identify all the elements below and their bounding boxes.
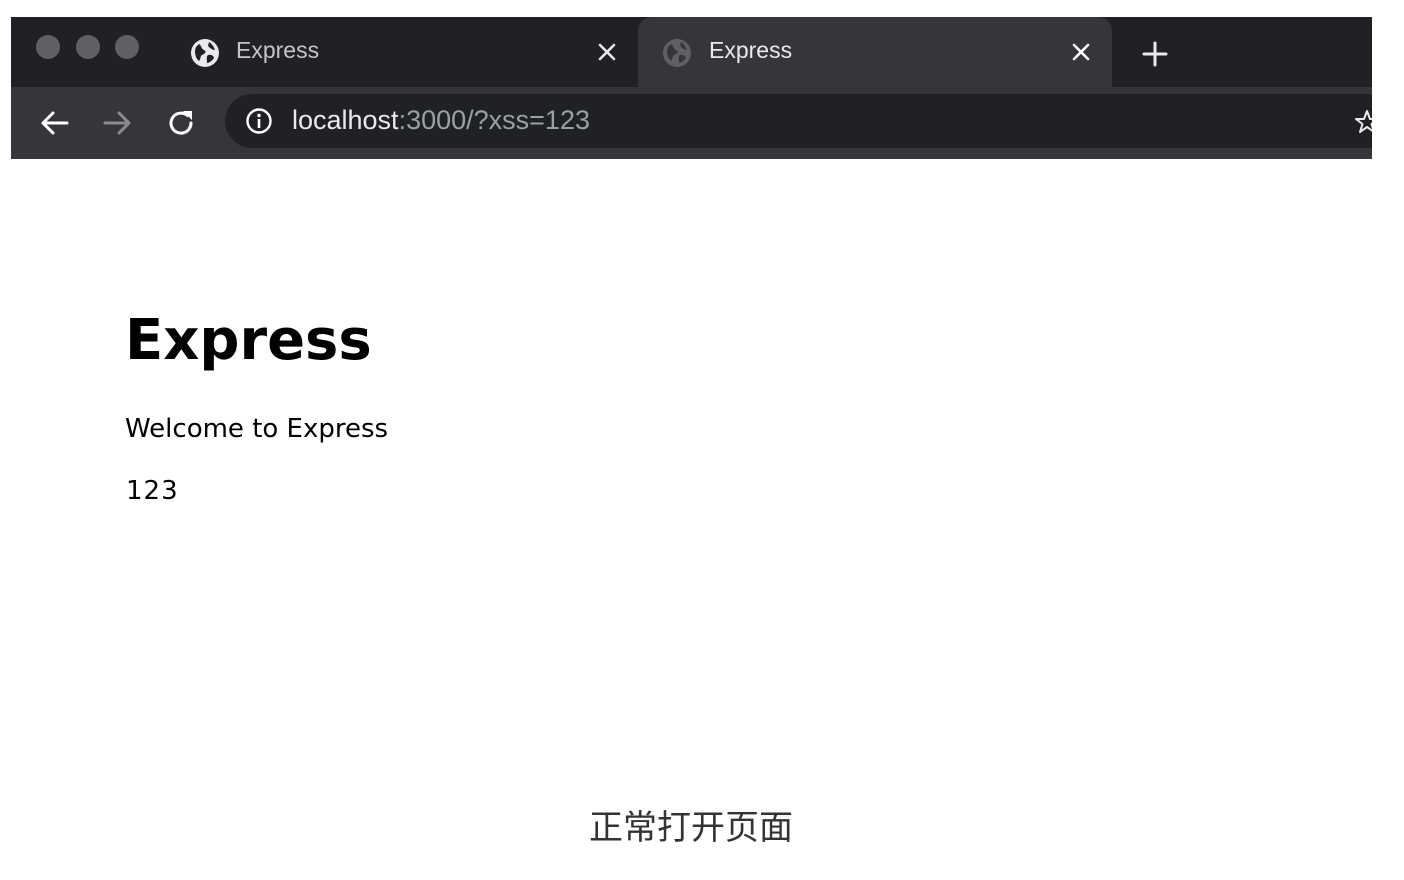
new-tab-plus-icon[interactable] xyxy=(1141,40,1169,68)
tab-title: Express xyxy=(236,37,320,63)
tab-active[interactable]: Express xyxy=(638,17,1112,87)
tab-close-icon[interactable] xyxy=(1069,40,1093,64)
address-bar[interactable]: localhost:3000/?xss=123 xyxy=(225,94,1372,148)
reload-icon[interactable] xyxy=(164,106,198,140)
globe-icon xyxy=(663,39,691,67)
url-text[interactable]: localhost:3000/?xss=123 xyxy=(292,105,590,136)
tab-title: Express xyxy=(709,37,793,63)
page-heading: Express xyxy=(125,308,372,373)
globe-icon xyxy=(191,39,219,67)
browser-window: Express Express localhost:3000/?xss=123 xyxy=(11,17,1372,159)
window-close-button[interactable] xyxy=(36,35,60,59)
url-host: localhost xyxy=(292,105,399,135)
tab-close-icon[interactable] xyxy=(595,40,619,64)
welcome-text: Welcome to Express xyxy=(125,414,389,444)
toolbar: localhost:3000/?xss=123 xyxy=(11,87,1372,159)
site-info-icon[interactable] xyxy=(245,107,273,135)
figure-caption: 正常打开页面 xyxy=(589,808,793,848)
url-path: :3000/?xss=123 xyxy=(398,105,590,135)
bookmark-star-icon[interactable] xyxy=(1354,109,1372,135)
tab-strip: Express Express xyxy=(11,17,1372,87)
forward-arrow-icon[interactable] xyxy=(100,106,134,140)
query-value-text: 123 xyxy=(126,476,179,506)
back-arrow-icon[interactable] xyxy=(38,106,72,140)
window-maximize-button[interactable] xyxy=(115,35,139,59)
tab-inactive[interactable]: Express xyxy=(176,17,636,87)
window-minimize-button[interactable] xyxy=(76,35,100,59)
